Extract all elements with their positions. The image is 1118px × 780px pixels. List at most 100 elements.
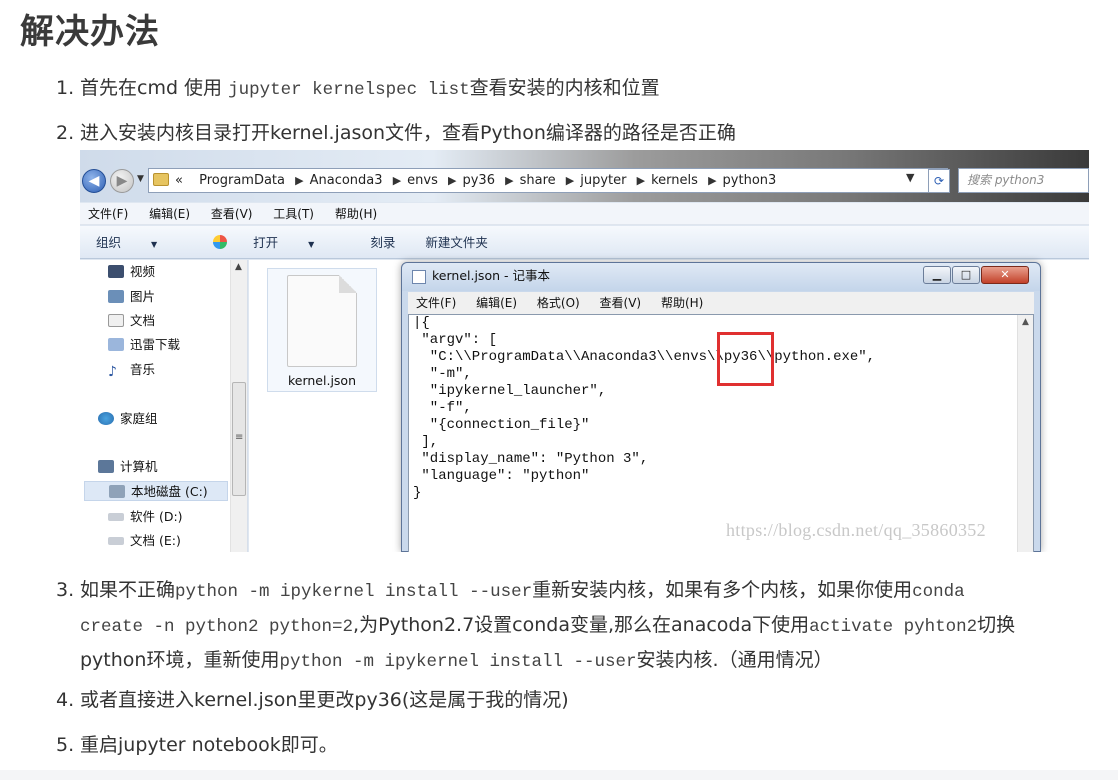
address-dropdown-icon[interactable]: ▼ [906,171,914,184]
address-row: ◀ ▶ ▼ « ProgramData ▶ Anaconda3 ▶ envs ▶ py… [80,168,1089,194]
step-text: 安装内核.（通用情况） [636,649,833,671]
nav-item-music[interactable]: ♪ 音乐 [108,360,155,380]
path-prefix: « [175,173,183,188]
breadcrumb-item[interactable]: python3 [723,173,777,188]
file-icon [287,275,357,367]
new-folder-button[interactable]: 新建文件夹 [425,235,488,250]
step-text: python环境，重新使用 [80,649,280,671]
nav-item-xunlei[interactable]: 迅雷下载 [108,335,180,355]
embedded-screenshot: ◀ ▶ ▼ « ProgramData ▶ Anaconda3 ▶ envs ▶ py… [80,150,1089,552]
notepad-menubar: 文件(F) 编辑(E) 格式(O) 查看(V) 帮助(H) [408,292,1034,314]
breadcrumb-item[interactable]: ProgramData [199,173,285,188]
breadcrumb-item[interactable]: kernels [651,173,698,188]
step-1: 1. 首先在cmd 使用 jupyter kernelspec list查看安装的… [56,72,660,107]
menu-file[interactable]: 文件(F) [416,296,456,310]
step-3: 3. 如果不正确python -m ipykernel install --use… [56,574,1066,679]
computer-icon [98,460,114,473]
homegroup-icon [98,412,114,425]
menu-help[interactable]: 帮助(H) [335,207,377,221]
nav-item-computer[interactable]: 计算机 [98,457,158,477]
open-button[interactable]: 打开 ▼ [213,235,340,250]
chevron-down-icon: ▼ [151,240,158,249]
menu-view[interactable]: 查看(V) [211,207,253,221]
menu-file[interactable]: 文件(F) [88,207,128,221]
music-icon: ♪ [108,364,117,380]
nav-item-documents[interactable]: 文档 [108,311,155,331]
picture-icon [108,290,124,303]
drive-icon [108,513,124,521]
explorer-menubar: 文件(F) 编辑(E) 查看(V) 工具(T) 帮助(H) [80,203,1089,225]
drive-icon [109,485,125,498]
file-name: kernel.json [287,373,357,388]
step-text: 查看安装的内核和位置 [469,77,660,99]
navigation-pane: 视频 图片 文档 迅雷下载 ♪ 音乐 家庭组 计算机 本地磁盘 (C:) 软件 (… [80,260,248,552]
section-heading: 解决办法 [20,12,160,52]
step-2: 2. 进入安装内核目录打开kernel.jason文件，查看Python编译器的路… [56,117,736,150]
open-icon [213,235,228,249]
inline-code: activate pyhton2 [809,617,978,637]
menu-format[interactable]: 格式(O) [537,296,580,310]
breadcrumb-item[interactable]: Anaconda3 [310,173,383,188]
step-text: 重新安装内核，如果有多个内核，如果你使用 [532,579,913,601]
burn-button[interactable]: 刻录 [370,235,395,250]
step-number: 2. [56,122,75,144]
scroll-up-icon[interactable]: ▲ [235,262,242,272]
breadcrumb-item[interactable]: envs [407,173,438,188]
maximize-icon[interactable]: □ [952,266,980,284]
menu-help[interactable]: 帮助(H) [661,296,703,310]
close-icon[interactable]: ✕ [981,266,1029,284]
breadcrumb-item[interactable]: py36 [462,173,495,188]
step-4: 4. 或者直接进入kernel.json里更改py36(这是属于我的情况) [56,684,569,717]
menu-edit[interactable]: 编辑(E) [149,207,190,221]
nav-item-drive-e[interactable]: 文档 (E:) [108,531,181,551]
inline-code: python -m ipykernel install --user [279,652,637,672]
footer-strip [0,770,1118,780]
minimize-icon[interactable]: ▁ [923,266,951,284]
step-text: 或者直接进入kernel.json里更改py36(这是属于我的情况) [80,689,569,711]
json-content: |{ "argv": [ "C:\\ProgramData\\Anaconda3… [413,315,876,501]
step-text: 切换 [977,614,1016,636]
file-item[interactable]: kernel.json [267,268,377,392]
recent-pages-dropdown-icon[interactable]: ▼ [137,174,144,184]
highlight-box [717,332,774,386]
download-icon [108,338,124,351]
inline-code: jupyter kernelspec list [228,80,470,100]
step-text: 重启jupyter notebook即可。 [80,734,338,756]
forward-icon[interactable]: ▶ [110,169,134,193]
folder-icon [153,173,169,186]
nav-item-pictures[interactable]: 图片 [108,287,155,307]
scroll-up-icon[interactable]: ▲ [1022,317,1029,327]
notepad-text-area[interactable]: |{ "argv": [ "C:\\ProgramData\\Anaconda3… [408,314,1034,552]
step-text: 进入安装内核目录打开kernel.jason文件，查看Python编译器的路径是… [80,122,736,144]
inline-code: conda [912,582,965,602]
refresh-icon[interactable]: ⟳ [928,169,950,193]
nav-item-homegroup[interactable]: 家庭组 [98,409,158,429]
menu-view[interactable]: 查看(V) [600,296,642,310]
nav-item-drive-c[interactable]: 本地磁盘 (C:) [84,481,228,501]
menu-tools[interactable]: 工具(T) [273,207,314,221]
window-title: kernel.json - 记事本 [432,268,550,283]
step-text: 如果不正确 [80,579,176,601]
nav-item-videos[interactable]: 视频 [108,262,155,282]
step-text: ,为Python2.7设置conda变量,那么在anacoda下使用 [353,614,810,636]
breadcrumb-item[interactable]: share [520,173,556,188]
chevron-down-icon: ▼ [308,240,315,249]
search-input[interactable]: 搜索 python3 [958,168,1089,193]
menu-edit[interactable]: 编辑(E) [476,296,517,310]
inline-code: python -m ipykernel install --user [175,582,533,602]
nav-item-drive-d[interactable]: 软件 (D:) [108,507,183,527]
organize-button[interactable]: 组织 ▼ [96,235,183,250]
step-number: 5. [56,734,75,756]
nav-scrollbar[interactable]: ▲ ≡ [230,260,247,552]
breadcrumb-item[interactable]: jupyter [580,173,626,188]
notepad-window: kernel.json - 记事本 ▁ □ ✕ 文件(F) 编辑(E) 格式(O… [401,262,1041,552]
back-icon[interactable]: ◀ [82,169,106,193]
notepad-scrollbar[interactable]: ▲ [1017,315,1033,552]
notepad-icon [412,270,426,284]
address-bar[interactable]: « ProgramData ▶ Anaconda3 ▶ envs ▶ py36 ▶ sh… [148,168,948,193]
document-icon [108,314,124,327]
drive-icon [108,537,124,545]
step-number: 3. [56,579,75,601]
watermark: https://blog.csdn.net/qq_35860352 [726,520,986,540]
step-5: 5. 重启jupyter notebook即可。 [56,729,338,762]
